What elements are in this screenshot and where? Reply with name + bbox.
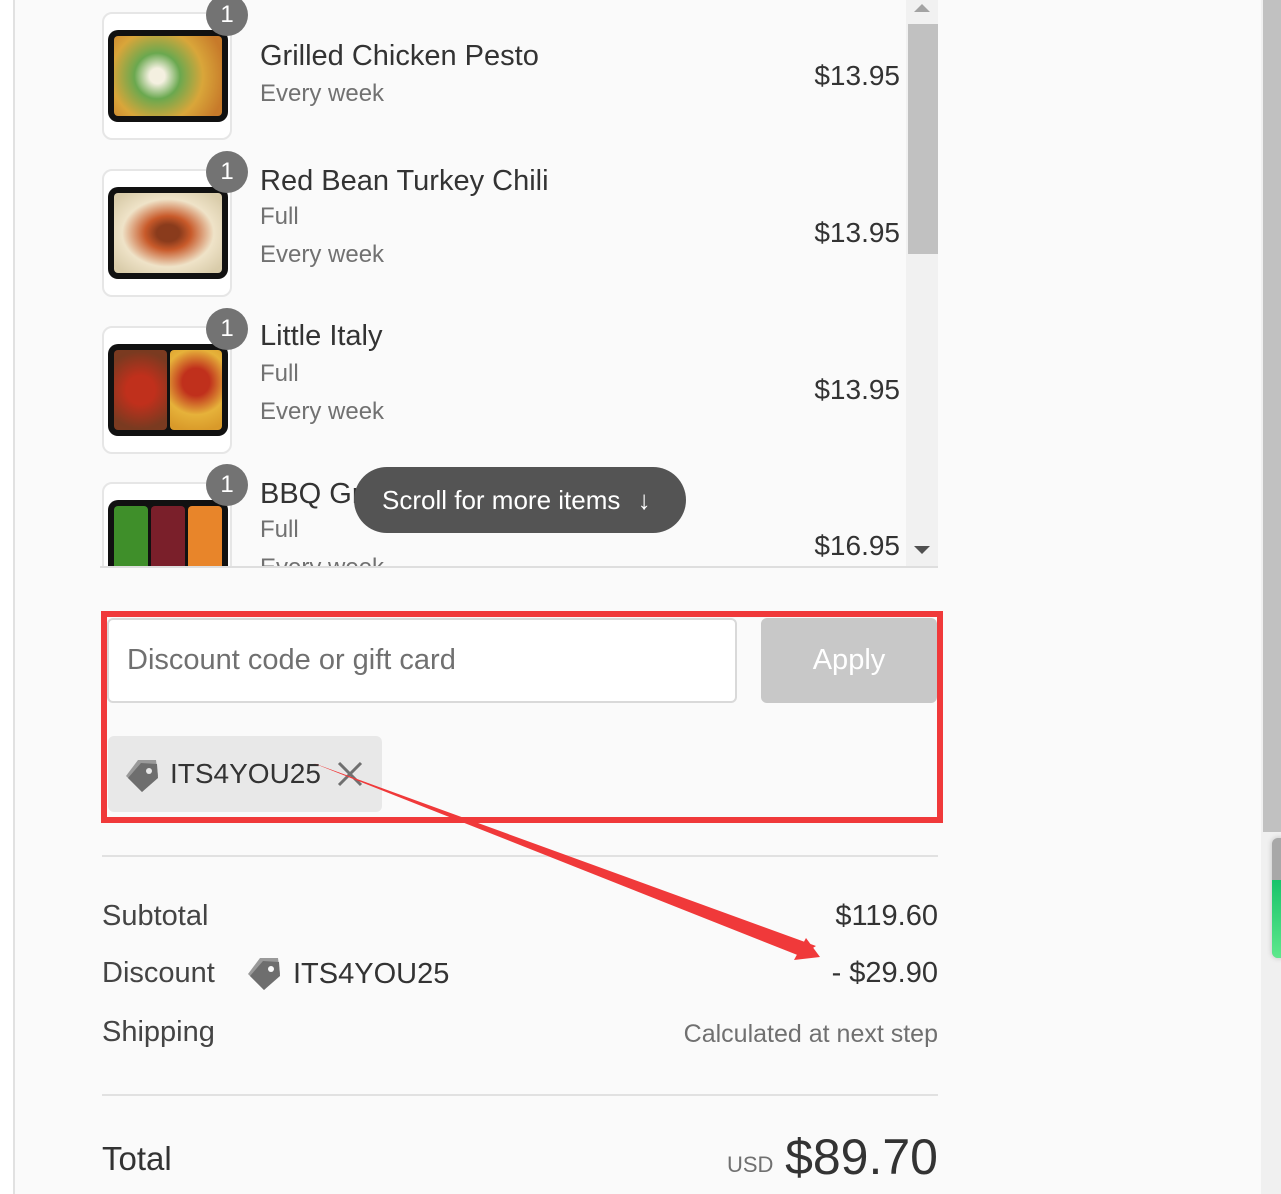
applied-discount-chip: ITS4YOU25 — [108, 736, 382, 812]
shipping-value: Calculated at next step — [683, 1020, 938, 1048]
page-scrollbar-thumb[interactable] — [1263, 0, 1281, 832]
grilled-chicken-pesto-thumbnail — [102, 12, 232, 140]
little-italy-thumbnail — [102, 326, 232, 454]
product-price: $16.95 — [814, 530, 900, 561]
shipping-label: Shipping — [102, 1016, 215, 1048]
product-frequency: Every week — [260, 398, 385, 425]
product-frequency: Every week — [260, 80, 385, 107]
product-price: $13.95 — [814, 60, 900, 91]
scroll-up-arrow-icon[interactable] — [914, 4, 930, 12]
total-amount: $89.70 — [785, 1129, 938, 1185]
scroll-down-arrow-icon[interactable] — [914, 546, 930, 554]
product-item: 1 Grilled Chicken Pesto Every week $13.9… — [100, 0, 900, 140]
red-bean-turkey-chili-thumbnail — [102, 169, 232, 297]
side-widget-tab[interactable] — [1272, 838, 1281, 958]
product-name: Little Italy — [260, 320, 383, 352]
quantity-badge: 1 — [206, 151, 248, 193]
product-item: 1 Red Bean Turkey Chili Full Every week … — [100, 151, 900, 297]
product-price: $13.95 — [814, 374, 900, 405]
product-list-scrollbar[interactable] — [906, 0, 938, 566]
product-frequency: Every week — [260, 554, 385, 568]
page-scrollbar[interactable] — [1261, 0, 1281, 1194]
product-price: $13.95 — [814, 217, 900, 248]
close-icon[interactable] — [336, 760, 364, 788]
quantity-badge: 1 — [206, 464, 248, 506]
product-item: 1 Little Italy Full Every week $13.95 — [100, 308, 900, 454]
discount-value: - $29.90 — [831, 957, 938, 989]
summary-discount-code: ITS4YOU25 — [246, 956, 449, 997]
quantity-badge: 1 — [206, 308, 248, 350]
divider — [102, 1094, 938, 1096]
product-frequency: Every week — [260, 241, 385, 268]
tag-icon — [248, 958, 280, 990]
product-name: Grilled Chicken Pesto — [260, 40, 539, 72]
summary-discount-code-text: ITS4YOU25 — [293, 958, 450, 990]
product-variant: Full — [260, 360, 299, 387]
quantity-badge: 1 — [206, 0, 248, 36]
tag-icon — [126, 760, 158, 792]
divider — [102, 855, 938, 857]
discount-label: Discount — [102, 957, 215, 989]
scrollbar-thumb[interactable] — [908, 24, 938, 254]
product-variant: Full — [260, 203, 299, 230]
discount-code-input[interactable] — [107, 618, 737, 703]
total-label: Total — [102, 1140, 172, 1177]
applied-code: ITS4YOU25 — [170, 758, 321, 789]
subtotal-label: Subtotal — [102, 900, 209, 932]
product-variant: Full — [260, 516, 299, 543]
scroll-hint-label: Scroll for more items — [382, 485, 621, 515]
scroll-for-more-button[interactable]: Scroll for more items ↓ — [354, 467, 686, 533]
total-currency: USD — [727, 1152, 774, 1177]
page-left-border — [0, 0, 15, 1194]
apply-button[interactable]: Apply — [761, 618, 937, 703]
subtotal-value: $119.60 — [835, 900, 938, 932]
arrow-down-icon: ↓ — [637, 485, 651, 515]
side-widget-indicator — [1272, 880, 1281, 958]
product-name: Red Bean Turkey Chili — [260, 165, 549, 197]
